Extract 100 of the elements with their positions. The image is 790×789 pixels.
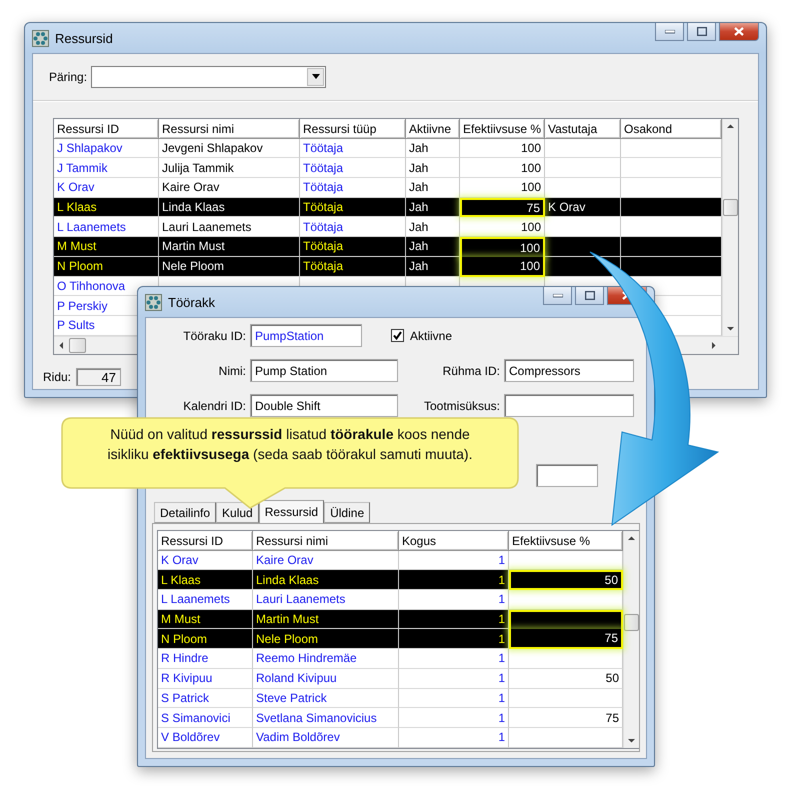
table-cell: Martin Must — [159, 237, 300, 257]
table-cell: K Orav — [158, 550, 253, 570]
table-cell: Julija Tammik — [159, 158, 300, 178]
column-header[interactable]: Aktiivne — [406, 119, 460, 139]
maximize-icon — [696, 27, 706, 36]
table-cell: Reemo Hindremäe — [253, 649, 399, 669]
table-cell: 1 — [399, 708, 509, 728]
minimize-icon — [552, 294, 562, 298]
table-cell: 1 — [399, 550, 509, 570]
table-cell: Lauri Laanemets — [159, 217, 300, 238]
tab[interactable]: Detailinfo — [154, 502, 216, 523]
table-cell: 50 — [509, 668, 623, 688]
table-cell: 1 — [399, 610, 509, 630]
table-cell: Lauri Laanemets — [253, 590, 399, 610]
column-header[interactable]: Ressursi nimi — [159, 119, 300, 139]
table-cell: 75 — [460, 198, 545, 218]
input-field[interactable] — [536, 464, 598, 487]
table-cell: 100 — [460, 158, 545, 178]
ring-icon — [32, 30, 49, 46]
table-cell: 1 — [399, 668, 509, 688]
table-cell: Martin Must — [253, 610, 399, 630]
table-cell: L Laanemets — [54, 217, 159, 238]
tab[interactable]: Kulud — [216, 502, 259, 523]
table-cell: L Laanemets — [158, 590, 253, 610]
row-count-value: 47 — [76, 368, 122, 386]
table-cell: M Must — [158, 610, 253, 630]
table-cell: Vadim Boldõrev — [253, 728, 399, 748]
table-cell: S Simanovici — [158, 708, 253, 728]
input-field[interactable] — [504, 394, 634, 417]
minimize-button[interactable] — [655, 23, 684, 41]
ring-icon — [145, 294, 162, 310]
checkbox-label: Aktiivne — [410, 328, 452, 342]
maximize-icon — [584, 291, 594, 300]
row-count-label: Ridu: — [43, 370, 72, 384]
table-cell: J Shlapakov — [54, 138, 159, 158]
field-label: Tööraku ID: — [182, 328, 247, 342]
checkbox[interactable] — [391, 329, 404, 342]
table-cell: M Must — [54, 237, 159, 257]
table-cell: 75 — [509, 629, 623, 650]
table-cell: 1 — [399, 590, 509, 610]
table-cell: K Orav — [54, 178, 159, 198]
table-cell: 100 — [460, 217, 545, 238]
query-label: Päring: — [49, 70, 88, 84]
column-header[interactable]: Ressursi ID — [158, 531, 253, 551]
table-cell: Jah — [406, 256, 460, 276]
table-cell: 1 — [399, 688, 509, 708]
column-header[interactable]: Ressursi nimi — [253, 531, 399, 551]
table-cell: Jah — [406, 198, 460, 218]
input-field[interactable]: Double Shift — [250, 394, 398, 417]
table-cell: 100 — [460, 237, 545, 257]
table-cell: Roland Kivipuu — [253, 668, 399, 688]
window-title: Töörakk — [168, 294, 215, 310]
caret-icon — [312, 74, 320, 79]
column-header[interactable]: Vastutaja — [545, 119, 621, 139]
maximize-button[interactable] — [687, 23, 716, 41]
table-cell: Kaire Orav — [159, 178, 300, 198]
table-cell: L Klaas — [158, 570, 253, 590]
table-cell: Steve Patrick — [253, 688, 399, 708]
table-cell: Töötaja — [300, 158, 406, 178]
table-cell: Töötaja — [300, 138, 406, 158]
tab[interactable]: Üldine — [324, 502, 370, 523]
table-cell: Nele Ploom — [159, 256, 300, 276]
table-cell: 1 — [399, 728, 509, 748]
window-title: Ressursid — [55, 30, 113, 46]
table-cell: 50 — [509, 570, 623, 590]
minimize-button[interactable] — [543, 287, 572, 305]
table-cell: Töötaja — [300, 217, 406, 238]
table-cell: Svetlana Simanovicius — [253, 708, 399, 728]
table-cell: 1 — [399, 570, 509, 590]
query-dropdown[interactable] — [91, 66, 326, 88]
input-field[interactable]: Compressors — [504, 359, 634, 382]
field-label: Kalendri ID: — [182, 398, 247, 412]
scrollbar-thumb[interactable] — [69, 338, 86, 353]
tab[interactable]: Ressursid — [258, 500, 324, 523]
table-cell: 1 — [399, 649, 509, 669]
input-field[interactable]: Pump Station — [250, 359, 398, 382]
column-header[interactable]: Efektiivsuse % — [460, 119, 545, 139]
maximize-button[interactable] — [575, 287, 604, 305]
table-cell: K Orav — [545, 198, 621, 218]
scrollbar-thumb[interactable] — [624, 614, 639, 631]
table-cell: R Kivipuu — [158, 668, 253, 688]
column-header[interactable]: Ressursi ID — [54, 119, 159, 139]
table-cell: Linda Klaas — [159, 198, 300, 218]
scrollbar-thumb[interactable] — [723, 199, 738, 216]
table-cell: Töötaja — [300, 256, 406, 276]
input-field[interactable]: PumpStation — [250, 324, 362, 347]
table-cell: Jah — [406, 237, 460, 257]
table-cell: Kaire Orav — [253, 550, 399, 570]
close-button[interactable] — [719, 23, 759, 41]
column-header[interactable]: Efektiivsuse % — [509, 531, 623, 551]
table-cell: 100 — [460, 256, 545, 276]
table-cell: Jah — [406, 138, 460, 158]
field-label: Tootmisüksus: — [422, 398, 501, 412]
table-cell: Nele Ploom — [253, 629, 399, 650]
table-cell: Jah — [406, 158, 460, 178]
table-cell: 1 — [399, 629, 509, 650]
column-header[interactable]: Ressursi tüüp — [300, 119, 406, 139]
field-label: Nimi: — [218, 364, 247, 378]
column-header[interactable]: Kogus — [399, 531, 509, 551]
column-header[interactable]: Osakond — [621, 119, 722, 139]
